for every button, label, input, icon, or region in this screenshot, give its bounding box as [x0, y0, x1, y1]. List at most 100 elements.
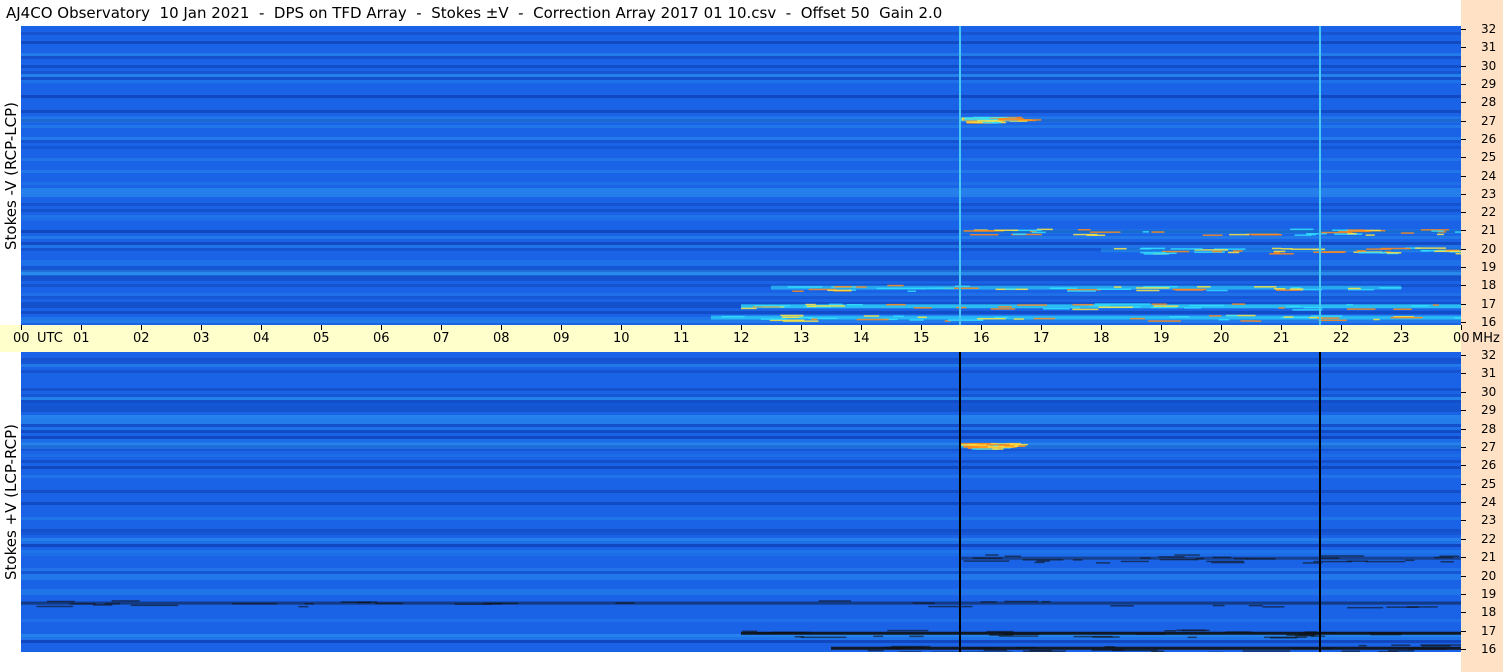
burst-streak [1269, 253, 1294, 255]
texture-band [21, 245, 1461, 248]
spectrogram-bottom-svg [21, 352, 1461, 652]
texture-band [21, 182, 1461, 185]
absorption-streak [887, 647, 903, 650]
absorption-streak [1391, 644, 1411, 646]
burst-streak [811, 318, 818, 321]
absorption-streak [1295, 635, 1314, 637]
burst-streak [1142, 231, 1149, 233]
absorption-streak [130, 604, 179, 607]
freq-tick-label: 28 [1481, 95, 1497, 110]
burst-streak [1066, 289, 1101, 291]
burst-streak [1140, 247, 1166, 250]
absorption-streak [873, 635, 884, 638]
texture-band [21, 544, 1461, 547]
freq-tick-label: 18 [1481, 605, 1497, 620]
texture-band [21, 541, 1461, 544]
texture-band [21, 266, 1461, 269]
burst-streak [782, 320, 819, 322]
time-tick [1041, 325, 1042, 330]
texture-band [21, 568, 1461, 571]
time-tick [1461, 325, 1462, 330]
freq-tick-label: 31 [1481, 40, 1497, 55]
burst-streak [1356, 250, 1366, 252]
burst-streak [994, 229, 1019, 231]
time-tick-label: 13 [793, 331, 810, 346]
freq-tick [1461, 630, 1466, 632]
absorption-streak [883, 646, 924, 649]
burst-streak [1012, 233, 1027, 235]
absorption-streak [1212, 556, 1232, 559]
burst-streak [1089, 231, 1121, 233]
texture-band [21, 278, 1461, 281]
burst-streak [1229, 233, 1250, 236]
absorption-streak [1034, 561, 1045, 564]
freq-tick-label: 24 [1481, 495, 1497, 509]
absorption-streak [1212, 604, 1225, 607]
time-tick [1341, 325, 1342, 330]
burst-streak [1170, 248, 1203, 250]
burst-streak [1455, 252, 1461, 255]
burst-streak [1013, 318, 1025, 320]
burst-streak [998, 119, 1031, 121]
time-tick [321, 325, 322, 330]
freq-tick [1461, 175, 1466, 177]
burst-streak [1454, 317, 1461, 319]
texture-band [21, 191, 1461, 194]
absorption-streak [1003, 633, 1041, 635]
freq-tick [1461, 138, 1466, 140]
burst-streak [1390, 316, 1423, 319]
absorption-streak [1319, 555, 1365, 557]
texture-band [21, 311, 1461, 314]
freq-tick-label: 19 [1481, 260, 1497, 275]
absorption-streak [375, 602, 404, 605]
freq-tick [1461, 303, 1466, 305]
burst-streak [1072, 303, 1094, 306]
texture-band [21, 619, 1461, 622]
texture-band [21, 41, 1461, 44]
absorption-streak [1110, 605, 1134, 607]
emission-band [21, 116, 1461, 123]
burst-streak [1033, 317, 1056, 320]
burst-streak [1280, 248, 1293, 250]
texture-band [21, 110, 1461, 113]
absorption-streak [800, 636, 847, 639]
burst-streak [1346, 304, 1353, 306]
absorption-streak [1262, 606, 1285, 608]
absorption-streak [1370, 633, 1402, 636]
freq-tick [1461, 322, 1466, 323]
burst-streak [1231, 303, 1246, 305]
freq-tick-label: 25 [1481, 476, 1497, 491]
absorption-streak [1225, 631, 1252, 633]
time-tick [21, 325, 22, 330]
absorption-streak [1072, 559, 1083, 561]
burst-streak [992, 448, 1004, 450]
texture-band [21, 400, 1461, 403]
time-tick [921, 325, 922, 330]
freq-tick-label: 24 [1481, 168, 1497, 183]
freq-tick-label: 32 [1481, 22, 1497, 36]
absorption-streak [980, 601, 997, 603]
texture-band [21, 170, 1461, 173]
absorption-streak [1211, 561, 1245, 564]
freq-tick [1461, 193, 1466, 195]
absorption-streak [1248, 604, 1263, 607]
freq-tick-label: 19 [1481, 586, 1497, 601]
burst-streak [1410, 305, 1429, 307]
freq-tick-label: 29 [1481, 403, 1497, 418]
burst-streak [964, 118, 999, 121]
burst-streak [1150, 306, 1177, 309]
freq-tick [1461, 47, 1466, 49]
absorption-streak [1140, 557, 1151, 559]
absorption-streak [1151, 650, 1165, 652]
texture-band [21, 589, 1461, 592]
ylabel-bottom: Stokes +V (LCP-RCP) [1, 424, 20, 580]
texture-band [21, 403, 1461, 406]
time-tick-label: 00 [1453, 331, 1470, 346]
burst-streak [1096, 288, 1132, 290]
burst-streak [1366, 248, 1392, 250]
burst-streak [741, 307, 757, 310]
burst-streak [1373, 318, 1380, 321]
ylabel-top: Stokes -V (RCP-LCP) [1, 101, 20, 250]
burst-streak [1031, 231, 1046, 234]
freq-tick [1461, 373, 1466, 375]
